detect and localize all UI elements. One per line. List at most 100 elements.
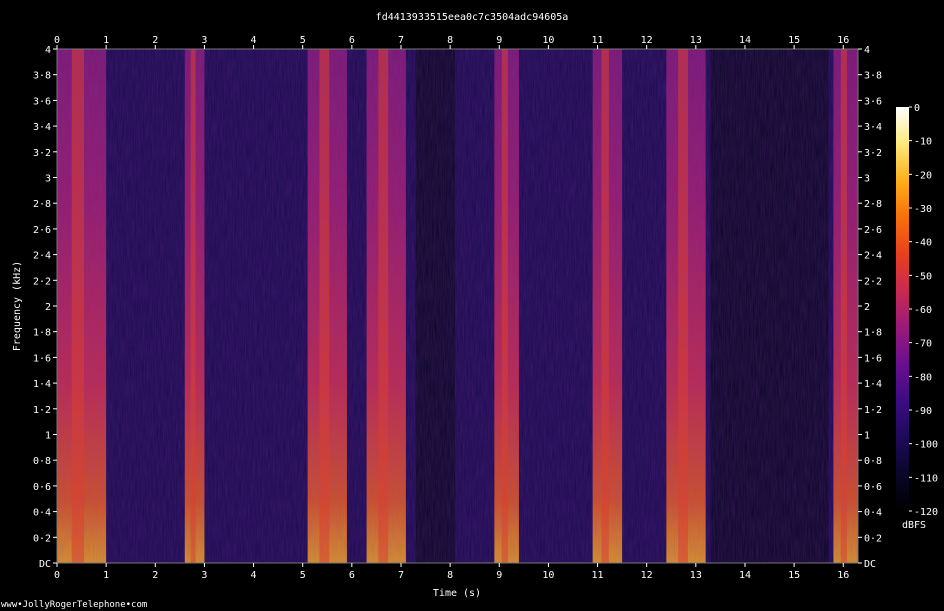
y-tick-left-label: 1 <box>45 431 51 442</box>
x-tick-top-label: 16 <box>837 35 849 46</box>
x-tick-top-label: 4 <box>251 35 257 46</box>
x-tick-bottom-label: 11 <box>592 570 604 581</box>
colorbar-tick-label: 0 <box>914 103 920 114</box>
y-tick-left-label: 2·8 <box>33 199 51 210</box>
x-tick-bottom-label: 5 <box>300 570 306 581</box>
plot-area <box>56 48 859 564</box>
y-tick-left-label: 2·4 <box>33 251 51 262</box>
x-tick-bottom-label: 3 <box>201 570 207 581</box>
y-tick-right-label: 4 <box>864 45 870 56</box>
y-axis-label: Frequency (kHz) <box>12 261 23 351</box>
x-tick-bottom-label: 1 <box>103 570 109 581</box>
y-tick-left-label: 4 <box>45 45 51 56</box>
y-tick-left-label: 2·6 <box>33 225 51 236</box>
y-tick-left-label: DC <box>39 559 51 570</box>
y-tick-right-label: 1·8 <box>864 328 882 339</box>
colorbar-tick-label: -10 <box>914 137 932 148</box>
y-tick-right-label: 2·8 <box>864 199 882 210</box>
y-tick-right-label: 0·8 <box>864 456 882 467</box>
colorbar-tick-label: -30 <box>914 204 932 215</box>
colorbar-tick-label: -60 <box>914 305 932 316</box>
y-tick-left-label: 3·2 <box>33 148 51 159</box>
plot-noise <box>57 49 858 563</box>
y-tick-right-label: 1 <box>864 431 870 442</box>
x-tick-bottom-label: 16 <box>837 570 849 581</box>
y-tick-left-label: 1·6 <box>33 353 51 364</box>
x-tick-bottom-label: 8 <box>447 570 453 581</box>
colorbar-tick-label: -90 <box>914 406 932 417</box>
x-tick-top-label: 10 <box>542 35 554 46</box>
colorbar-label: dBFS <box>902 520 926 531</box>
x-tick-bottom-label: 9 <box>496 570 502 581</box>
y-axis-left: DC 0·2 0·4 0·6 0·8 1 1·2 1·4 1·6 1·8 2 2·2 2·4 2·6 2·8… <box>33 45 57 570</box>
x-tick-top-label: 15 <box>788 35 800 46</box>
x-axis-bottom: 0 1 2 3 4 5 6 7 8 9 10 11 12 13 14 15 16 <box>54 563 849 581</box>
chart-title: fd4413933515eea0c7c3504adc94605a <box>376 12 569 23</box>
colorbar-strip <box>896 107 909 511</box>
colorbar: 0 -10 -20 -30 -40 -50 -60 -70 -80 -90 -100 -110 -120… <box>896 103 938 531</box>
y-tick-left-label: 0·6 <box>33 482 51 493</box>
y-tick-left-label: 1·4 <box>33 379 51 390</box>
y-tick-right-label: 1·2 <box>864 405 882 416</box>
x-tick-bottom-label: 2 <box>152 570 158 581</box>
y-tick-right-label: 2·4 <box>864 251 882 262</box>
x-tick-bottom-label: 12 <box>641 570 653 581</box>
x-axis-label: Time (s) <box>433 588 481 599</box>
footer-watermark: www•JollyRogerTelephone•com <box>1 600 148 610</box>
x-tick-top-label: 9 <box>496 35 502 46</box>
x-tick-bottom-label: 0 <box>54 570 60 581</box>
x-axis-top: 0 1 2 3 4 5 6 7 8 9 10 11 12 13 14 15 16 <box>54 35 849 49</box>
x-tick-bottom-label: 14 <box>739 570 751 581</box>
x-tick-bottom-label: 6 <box>349 570 355 581</box>
y-tick-right-label: 0·6 <box>864 482 882 493</box>
y-tick-right-label: 2·2 <box>864 276 882 287</box>
colorbar-tick-label: -40 <box>914 238 932 249</box>
colorbar-tick-label: -20 <box>914 170 932 181</box>
colorbar-tick-label: -100 <box>914 440 938 451</box>
y-tick-right-label: 3·2 <box>864 148 882 159</box>
y-tick-right-label: 2·6 <box>864 225 882 236</box>
y-tick-left-label: 3·6 <box>33 96 51 107</box>
colorbar-tick-label: -110 <box>914 473 938 484</box>
x-tick-bottom-label: 13 <box>690 570 702 581</box>
y-axis-right: DC 0·2 0·4 0·6 0·8 1 1·2 1·4 1·6 1·8 2 2·2 2·4 2·6 2·8… <box>858 45 882 570</box>
y-tick-right-label: 3 <box>864 174 870 185</box>
x-tick-top-label: 1 <box>103 35 109 46</box>
colorbar-tick-label: -120 <box>914 507 938 518</box>
y-tick-left-label: 0·4 <box>33 508 51 519</box>
x-tick-bottom-label: 4 <box>251 570 257 581</box>
x-tick-top-label: 7 <box>398 35 404 46</box>
colorbar-tick-label: -80 <box>914 372 932 383</box>
colorbar-tick-label: -50 <box>914 271 932 282</box>
y-tick-right-label: DC <box>864 559 876 570</box>
y-tick-right-label: 3·8 <box>864 71 882 82</box>
y-tick-left-label: 3·4 <box>33 122 51 133</box>
y-tick-left-label: 0·2 <box>33 533 51 544</box>
spectrogram-chart: fd4413933515eea0c7c3504adc94605a 0123456… <box>12 12 938 599</box>
y-tick-left-label: 2·2 <box>33 276 51 287</box>
x-tick-top-label: 5 <box>300 35 306 46</box>
y-tick-right-label: 1·4 <box>864 379 882 390</box>
x-tick-top-label: 13 <box>690 35 702 46</box>
colorbar-tick-label: -70 <box>914 339 932 350</box>
y-tick-left-label: 1·8 <box>33 328 51 339</box>
y-tick-right-label: 0·2 <box>864 533 882 544</box>
x-tick-top-label: 6 <box>349 35 355 46</box>
x-tick-bottom-label: 7 <box>398 570 404 581</box>
y-tick-right-label: 0·4 <box>864 508 882 519</box>
y-tick-left-label: 0·8 <box>33 456 51 467</box>
x-tick-top-label: 0 <box>54 35 60 46</box>
y-tick-left-label: 2 <box>45 302 51 313</box>
y-tick-left-label: 3·8 <box>33 71 51 82</box>
x-tick-top-label: 2 <box>152 35 158 46</box>
colorbar-ticks: 0 -10 -20 -30 -40 -50 -60 -70 -80 -90 -100 -110 -120 <box>909 103 938 518</box>
x-tick-bottom-label: 10 <box>542 570 554 581</box>
x-tick-bottom-label: 15 <box>788 570 800 581</box>
y-tick-right-label: 1·6 <box>864 353 882 364</box>
x-tick-top-label: 14 <box>739 35 751 46</box>
y-tick-left-label: 3 <box>45 174 51 185</box>
x-tick-top-label: 12 <box>641 35 653 46</box>
y-tick-right-label: 2 <box>864 302 870 313</box>
y-tick-right-label: 3·6 <box>864 96 882 107</box>
x-tick-top-label: 11 <box>592 35 604 46</box>
